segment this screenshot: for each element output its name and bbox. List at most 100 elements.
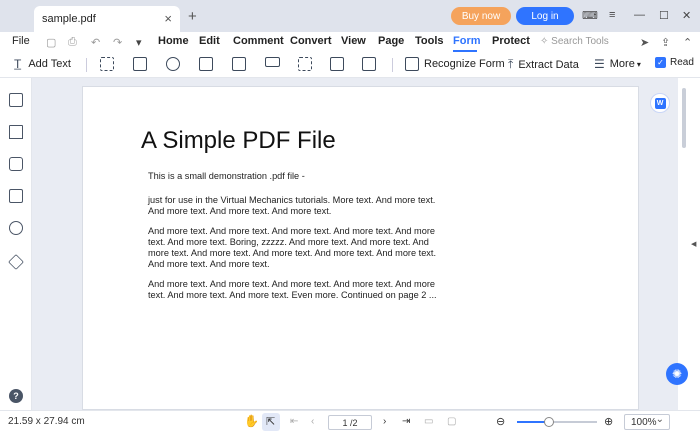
redo-icon[interactable]: ↷ bbox=[113, 36, 122, 49]
hand-tool-icon[interactable]: ✋ bbox=[244, 414, 259, 428]
zoom-out-icon[interactable]: ⊖ bbox=[496, 415, 505, 428]
fit-page-icon[interactable]: ▭ bbox=[424, 416, 433, 427]
zoom-slider-handle[interactable] bbox=[544, 417, 554, 427]
radio-icon bbox=[166, 57, 180, 71]
extract-data-label: Extract Data bbox=[518, 58, 579, 71]
text-field-button[interactable] bbox=[100, 57, 114, 71]
next-page-icon[interactable]: › bbox=[383, 416, 386, 427]
extract-data-button[interactable]: ⤒ Extract Data bbox=[508, 57, 579, 72]
read-toggle[interactable]: ✓ Read bbox=[655, 57, 694, 68]
menu-convert[interactable]: Convert bbox=[290, 35, 332, 47]
first-page-icon[interactable]: ⇤ bbox=[290, 416, 298, 427]
calendar-icon bbox=[362, 57, 376, 71]
pdf-page: A Simple PDF File This is a small demons… bbox=[82, 86, 639, 410]
zoom-level-select[interactable]: 100% bbox=[624, 414, 670, 430]
print-icon[interactable]: ⎙ bbox=[68, 36, 77, 49]
menu-file[interactable]: File bbox=[12, 35, 30, 47]
pdf-paragraph: And more text. And more text. And more t… bbox=[148, 226, 437, 269]
combo-box-button[interactable] bbox=[232, 57, 246, 71]
pdf-paragraph: And more text. And more text. And more t… bbox=[148, 279, 437, 300]
convert-to-word-button[interactable]: W bbox=[650, 93, 670, 113]
log-in-button[interactable]: Log in bbox=[516, 7, 574, 25]
attachment-icon[interactable] bbox=[9, 189, 23, 203]
more-icon: ☰ bbox=[594, 57, 605, 71]
pdf-paragraph: This is a small demonstration .pdf file … bbox=[148, 171, 305, 181]
form-toolbar: T̲ Add Text Recognize Form ⤒ Extract Dat… bbox=[0, 52, 700, 78]
radio-button-tool[interactable] bbox=[166, 57, 180, 71]
help-icon[interactable]: ? bbox=[9, 389, 23, 403]
list-box-icon bbox=[199, 57, 213, 71]
toolbar-separator bbox=[392, 58, 393, 72]
thumbnails-icon[interactable] bbox=[9, 93, 23, 107]
ai-assistant-button[interactable]: ✺ bbox=[666, 363, 688, 385]
image-field-icon bbox=[298, 57, 312, 71]
comment-icon[interactable] bbox=[9, 157, 23, 171]
buy-now-button[interactable]: Buy now bbox=[451, 7, 511, 25]
push-button-icon bbox=[265, 57, 280, 67]
more-button[interactable]: ☰ More ▾ bbox=[594, 57, 641, 71]
image-icon bbox=[330, 57, 344, 71]
add-text-label: Add Text bbox=[28, 58, 71, 70]
undo-icon[interactable]: ↶ bbox=[91, 36, 100, 49]
add-text-button[interactable]: T̲ Add Text bbox=[14, 57, 71, 71]
close-tab-icon[interactable]: × bbox=[164, 11, 172, 26]
document-viewport[interactable]: A Simple PDF File This is a small demons… bbox=[33, 78, 678, 410]
chevron-down-icon: ▾ bbox=[636, 59, 641, 69]
menu-view[interactable]: View bbox=[341, 35, 366, 47]
zoom-level: 100% bbox=[631, 416, 657, 428]
vertical-scrollbar[interactable] bbox=[682, 88, 686, 148]
upload-icon[interactable]: ⇪ bbox=[661, 36, 670, 49]
minimize-icon[interactable]: — bbox=[634, 9, 645, 21]
push-button-tool[interactable] bbox=[265, 57, 280, 67]
page-dimensions: 21.59 x 27.94 cm bbox=[8, 416, 85, 427]
zoom-in-icon[interactable]: ⊕ bbox=[604, 415, 613, 428]
new-tab-icon[interactable]: + bbox=[188, 8, 197, 25]
collapse-right-icon[interactable]: ◀ bbox=[691, 240, 696, 248]
pdf-paragraph: just for use in the Virtual Mechanics tu… bbox=[148, 195, 436, 216]
feedback-icon[interactable]: ⌨ bbox=[582, 9, 598, 22]
document-tab[interactable]: sample.pdf × bbox=[34, 6, 180, 32]
menu-icon[interactable]: ≡ bbox=[609, 9, 615, 21]
image-button[interactable] bbox=[330, 57, 344, 71]
search-tools-label: Search Tools bbox=[551, 36, 609, 47]
recognize-form-button[interactable]: Recognize Form bbox=[405, 57, 505, 71]
menu-protect[interactable]: Protect bbox=[492, 35, 530, 47]
menu-form[interactable]: Form bbox=[453, 35, 481, 47]
search-tools[interactable]: ✧ Search Tools bbox=[540, 36, 609, 47]
recognize-form-icon bbox=[405, 57, 419, 71]
maximize-icon[interactable]: ☐ bbox=[659, 9, 669, 22]
date-field-button[interactable] bbox=[362, 57, 376, 71]
fit-width-icon[interactable]: ▢ bbox=[447, 416, 456, 427]
menu-page[interactable]: Page bbox=[378, 35, 404, 47]
checkbox-button[interactable] bbox=[133, 57, 147, 71]
close-window-icon[interactable]: ✕ bbox=[682, 9, 691, 22]
text-field-icon bbox=[100, 57, 114, 71]
checkbox-icon bbox=[133, 57, 147, 71]
more-label: More bbox=[609, 58, 635, 70]
read-label: Read bbox=[670, 57, 694, 68]
menu-edit[interactable]: Edit bbox=[199, 35, 220, 47]
menu-comment[interactable]: Comment bbox=[233, 35, 284, 47]
menu-home[interactable]: Home bbox=[158, 35, 189, 47]
word-icon: W bbox=[654, 97, 666, 109]
layers-icon[interactable] bbox=[8, 254, 24, 270]
pdf-title: A Simple PDF File bbox=[141, 127, 336, 154]
menu-tools[interactable]: Tools bbox=[415, 35, 444, 47]
extract-icon: ⤒ bbox=[508, 57, 514, 71]
bulb-icon: ✧ bbox=[540, 36, 552, 47]
page-number-input[interactable]: 1 /2 bbox=[328, 415, 372, 430]
send-icon[interactable]: ➤ bbox=[640, 36, 649, 49]
previous-page-icon[interactable]: ‹ bbox=[311, 416, 314, 427]
select-arrow-icon: ⇱ bbox=[266, 416, 276, 428]
save-icon[interactable]: ▢ bbox=[46, 36, 56, 49]
search-icon[interactable] bbox=[9, 221, 23, 235]
list-box-button[interactable] bbox=[199, 57, 213, 71]
bookmark-icon[interactable] bbox=[9, 125, 23, 139]
menu-bar: File ▢ ⎙ ↶ ↷ ▾ Home Edit Comment Convert… bbox=[0, 32, 700, 52]
image-field-button[interactable] bbox=[298, 57, 312, 71]
combo-box-icon bbox=[232, 57, 246, 71]
ai-sparkle-icon: ✺ bbox=[671, 367, 683, 381]
expand-menu-icon[interactable]: ⌃ bbox=[683, 36, 692, 49]
last-page-icon[interactable]: ⇥ bbox=[402, 416, 410, 427]
quick-access-dropdown-icon[interactable]: ▾ bbox=[136, 36, 142, 49]
